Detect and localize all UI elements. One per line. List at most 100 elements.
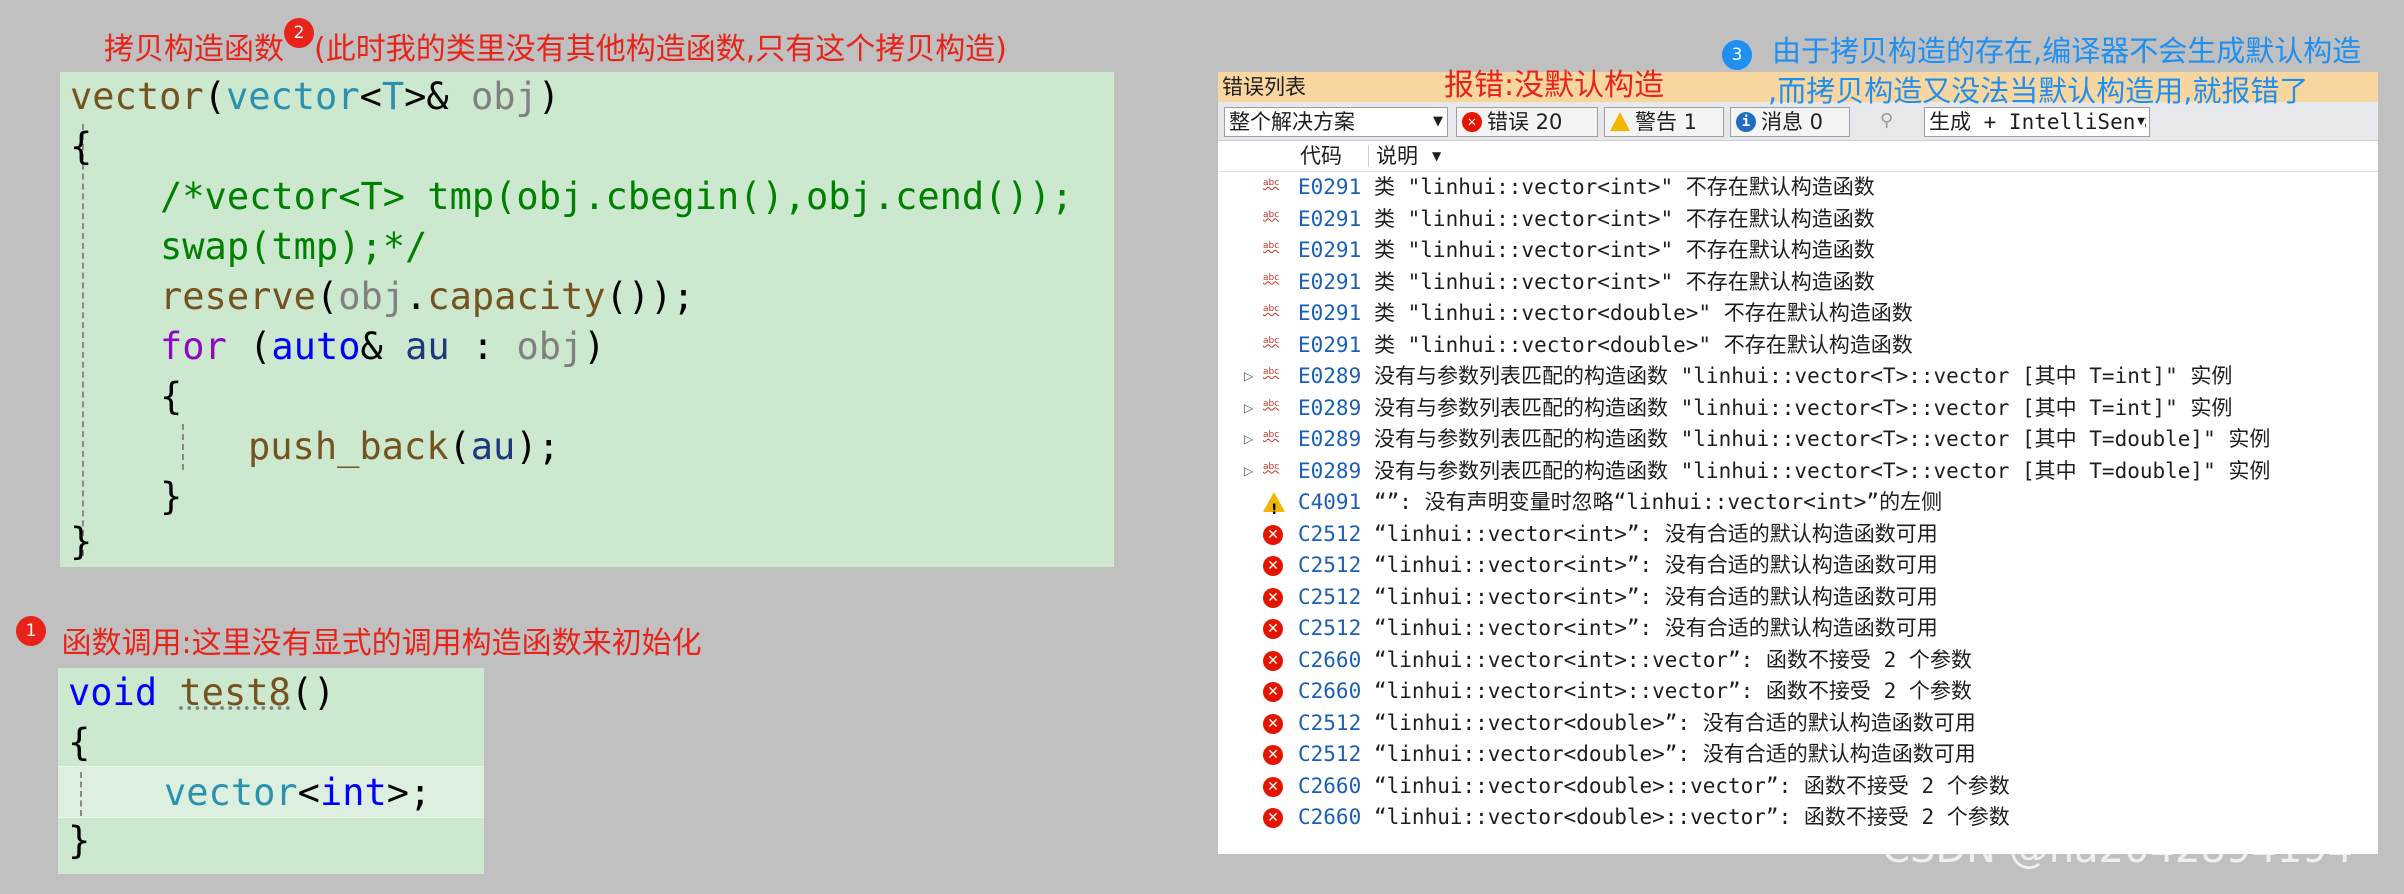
- code-line[interactable]: void test8(): [68, 668, 335, 718]
- code-token: <: [359, 75, 382, 118]
- expand-arrow-icon[interactable]: ▷: [1244, 456, 1253, 487]
- error-description: “linhui::vector<double>”: 没有合适的默认构造函数可用: [1374, 710, 1976, 735]
- code-token: obj: [338, 275, 406, 318]
- error-row[interactable]: ✕ C2512 “linhui::vector<int>”: 没有合适的默认构造函数…: [1218, 582, 2378, 613]
- messages-filter-button[interactable]: i 消息 0: [1730, 107, 1850, 137]
- copy-ctor-note-detail: (此时我的类里没有其他构造函数,只有这个拷贝构造): [314, 32, 1007, 67]
- intellisense-error-icon: abc: [1263, 367, 1280, 377]
- error-code[interactable]: E0291: [1298, 298, 1361, 329]
- error-title-note: 报错:没默认构造: [1444, 68, 1665, 103]
- error-row[interactable]: ▷ abc E0289 没有与参数列表匹配的构造函数 "linhui::vector<…: [1218, 424, 2378, 455]
- error-row[interactable]: ✕ C2512 “linhui::vector<int>”: 没有合适的默认构造函数…: [1218, 550, 2378, 581]
- code-token: &: [360, 325, 406, 368]
- error-row[interactable]: ✕ C2512 “linhui::vector<double>”: 没有合适的默认构…: [1218, 739, 2378, 770]
- error-row[interactable]: ✕ C2660 “linhui::vector<double>::vector”: …: [1218, 771, 2378, 802]
- error-code[interactable]: C2512: [1298, 582, 1361, 613]
- intellisense-error-icon: abc: [1263, 430, 1280, 440]
- error-row[interactable]: abc E0291 类 "linhui::vector<int>" 不存在默认构造函…: [1218, 267, 2378, 298]
- code-line[interactable]: }: [70, 517, 92, 567]
- error-code[interactable]: E0291: [1298, 172, 1361, 203]
- code-token: T: [381, 75, 405, 118]
- error-code[interactable]: E0289: [1298, 361, 1361, 392]
- code-token: .: [405, 275, 428, 318]
- error-description: 类 "linhui::vector<int>" 不存在默认构造函数: [1374, 206, 1875, 231]
- error-row[interactable]: ✕ C2660 “linhui::vector<int>::vector”: 函数不…: [1218, 676, 2378, 707]
- error-icon: ✕: [1263, 776, 1283, 797]
- error-description: 没有与参数列表匹配的构造函数 "linhui::vector<T>::vecto…: [1374, 427, 2271, 451]
- code-token: (: [203, 75, 226, 118]
- scope-value: 整个解决方案: [1229, 110, 1355, 134]
- column-header-code[interactable]: 代码: [1300, 141, 1342, 171]
- expand-arrow-icon[interactable]: ▷: [1244, 393, 1253, 424]
- copy-ctor-code-block: vector(vector<T>& obj) { /*vector<T> tmp…: [60, 72, 1114, 567]
- code-line[interactable]: vector<int>;: [164, 768, 431, 818]
- code-line[interactable]: swap(tmp);*/: [160, 222, 427, 272]
- error-row[interactable]: C4091 “”: 没有声明变量时忽略“linhui::vector<int>”的…: [1218, 487, 2378, 526]
- error-code[interactable]: C2660: [1298, 645, 1361, 676]
- error-icon: ✕: [1263, 524, 1283, 545]
- error-row[interactable]: ▷ abc E0289 没有与参数列表匹配的构造函数 "linhui::vector<…: [1218, 393, 2378, 424]
- error-row[interactable]: abc E0291 类 "linhui::vector<int>" 不存在默认构造函…: [1218, 235, 2378, 266]
- error-row[interactable]: abc E0291 类 "linhui::vector<int>" 不存在默认构造函…: [1218, 204, 2378, 235]
- error-code[interactable]: E0291: [1298, 267, 1361, 298]
- error-code[interactable]: C4091: [1298, 487, 1361, 518]
- error-code[interactable]: C2660: [1298, 771, 1361, 802]
- error-code[interactable]: C2512: [1298, 550, 1361, 581]
- error-row[interactable]: abc E0291 类 "linhui::vector<double>" 不存在默认…: [1218, 330, 2378, 361]
- error-code[interactable]: C2660: [1298, 802, 1361, 833]
- code-token: vector: [70, 75, 204, 118]
- code-line[interactable]: {: [68, 718, 90, 768]
- code-line[interactable]: }: [160, 472, 182, 522]
- error-code[interactable]: C2660: [1298, 676, 1361, 707]
- code-line[interactable]: push_back(au);: [248, 422, 560, 472]
- error-code[interactable]: C2512: [1298, 519, 1361, 550]
- code-line[interactable]: }: [68, 816, 90, 866]
- errors-count-label: 错误 20: [1487, 110, 1563, 134]
- code-token: vector: [225, 75, 360, 118]
- error-description: “linhui::vector<int>::vector”: 函数不接受 2 个…: [1374, 647, 1972, 672]
- error-list-header: 代码 说明 ▼: [1218, 141, 2378, 172]
- code-line[interactable]: /*vector<T> tmp(obj.cbegin(),obj.cend())…: [160, 172, 1073, 222]
- error-code[interactable]: C2512: [1298, 739, 1361, 770]
- warnings-filter-button[interactable]: 警告 1: [1604, 107, 1724, 137]
- filter-icon[interactable]: ⚲: [1880, 110, 1902, 132]
- messages-count-label: 消息 0: [1761, 110, 1824, 134]
- error-code[interactable]: E0291: [1298, 204, 1361, 235]
- error-code[interactable]: E0291: [1298, 235, 1361, 266]
- code-line[interactable]: for (auto& au : obj): [160, 322, 606, 372]
- scope-dropdown[interactable]: 整个解决方案 ▼: [1224, 107, 1448, 137]
- error-row[interactable]: ▷ abc E0289 没有与参数列表匹配的构造函数 "linhui::vector<…: [1218, 361, 2378, 392]
- error-code[interactable]: C2512: [1298, 613, 1361, 644]
- error-row[interactable]: ✕ C2512 “linhui::vector<int>”: 没有合适的默认构造函数…: [1218, 613, 2378, 644]
- test8-code-block: void test8() { vector<int>; }: [58, 668, 484, 874]
- error-row[interactable]: abc E0291 类 "linhui::vector<double>" 不存在默认…: [1218, 298, 2378, 329]
- build-filter-dropdown[interactable]: 生成 + IntelliSense ▼: [1924, 107, 2150, 137]
- error-code[interactable]: E0289: [1298, 424, 1361, 455]
- code-token: ): [537, 75, 561, 118]
- error-row[interactable]: ✕ C2512 “linhui::vector<double>”: 没有合适的默认构…: [1218, 708, 2378, 739]
- code-token: au: [470, 425, 516, 468]
- code-line[interactable]: {: [160, 372, 182, 422]
- expand-arrow-icon[interactable]: ▷: [1244, 361, 1253, 392]
- error-icon: ✕: [1263, 713, 1283, 734]
- error-icon: ✕: [1263, 682, 1283, 702]
- error-row[interactable]: abc E0291 类 "linhui::vector<int>" 不存在默认构造函…: [1218, 172, 2378, 203]
- code-line[interactable]: {: [70, 122, 92, 172]
- error-description: 类 "linhui::vector<int>" 不存在默认构造函数: [1374, 175, 1875, 199]
- code-line[interactable]: reserve(obj.capacity());: [160, 272, 695, 322]
- indent-guide: [182, 424, 184, 470]
- error-code[interactable]: E0289: [1298, 456, 1361, 487]
- error-row[interactable]: ✕ C2512 “linhui::vector<int>”: 没有合适的默认构造函数…: [1218, 519, 2378, 550]
- errors-filter-button[interactable]: ✕ 错误 20: [1456, 107, 1598, 137]
- error-code[interactable]: C2512: [1298, 708, 1361, 739]
- intellisense-error-icon: abc: [1263, 209, 1280, 220]
- expand-arrow-icon[interactable]: ▷: [1244, 424, 1253, 455]
- column-header-description[interactable]: 说明: [1376, 141, 1418, 171]
- code-token: (: [448, 425, 471, 468]
- error-description: “linhui::vector<int>”: 没有合适的默认构造函数可用: [1374, 616, 1938, 640]
- code-line[interactable]: vector(vector<T>& obj): [70, 72, 560, 122]
- error-code[interactable]: E0291: [1298, 330, 1361, 361]
- error-row[interactable]: ✕ C2660 “linhui::vector<int>::vector”: 函数不…: [1218, 645, 2378, 676]
- error-code[interactable]: E0289: [1298, 393, 1361, 424]
- error-row[interactable]: ▷ abc E0289 没有与参数列表匹配的构造函数 "linhui::vector<…: [1218, 456, 2378, 487]
